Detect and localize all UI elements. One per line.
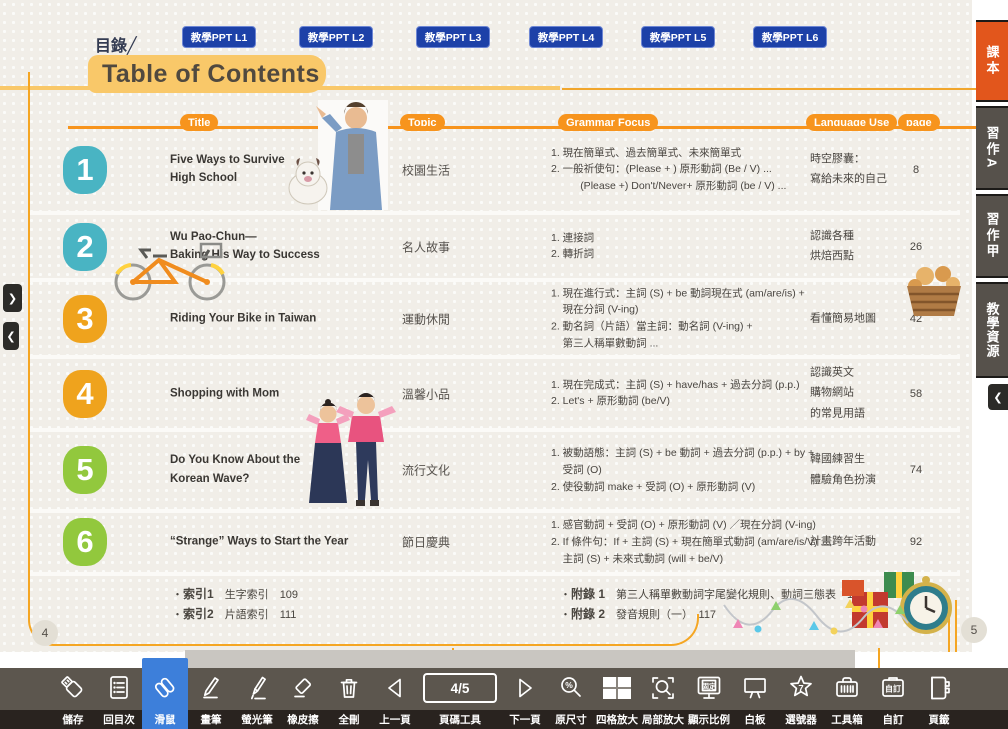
toc-row-unit5[interactable]: 5 Do You Know About the Korean Wave? 流行文…	[0, 432, 972, 508]
index-entry-phrase[interactable]: ・索引2 片語索引 111	[172, 605, 296, 622]
toc-row-unit1[interactable]: 1 Five Ways to Survive High School 校園生活 …	[0, 128, 972, 211]
unit-number-badge: 1	[63, 146, 107, 194]
tool-toolbox[interactable]: 工具箱	[824, 668, 870, 729]
page-number-left: 4	[32, 620, 58, 646]
ppt-button-l6[interactable]: 教學PPT L6	[753, 26, 827, 48]
tool-four-pane-zoom[interactable]: 四格放大	[594, 668, 640, 729]
ppt-button-l3[interactable]: 教學PPT L3	[416, 26, 490, 48]
next-page-icon	[510, 668, 540, 708]
ppt-button-l1[interactable]: 教學PPT L1	[182, 26, 256, 48]
unit-page: 74	[896, 464, 936, 476]
tab-workbook-a[interactable]: 習作A	[976, 108, 1008, 188]
appendix-entry-2[interactable]: ・附錄 2 發音規則（一） 117	[560, 605, 716, 622]
unit-number-badge: 4	[63, 370, 107, 418]
mouse-icon	[150, 668, 180, 708]
unit-topic: 運動休閒	[402, 310, 492, 327]
eraser-icon	[288, 668, 318, 708]
unit-topic: 節日慶典	[402, 534, 492, 551]
unit-page: 92	[896, 536, 936, 548]
toc-row-unit4[interactable]: 4 Shopping with Mom 溫馨小品 1. 現在完成式：主詞 (S)…	[0, 359, 972, 428]
unit-page: 8	[896, 164, 936, 176]
book-page: 目錄╱ 教學PPT L1 教學PPT L2 教學PPT L3 教學PPT L4 …	[0, 0, 972, 652]
unit-topic: 名人故事	[402, 238, 492, 255]
zoom-percent-icon: %	[556, 668, 586, 708]
unit-language-use: 時空膠囊： 寫給未來的自己	[810, 149, 910, 191]
unit-number-badge: 2	[63, 223, 107, 271]
toolbox-icon	[832, 668, 862, 708]
ppt-button-l2[interactable]: 教學PPT L2	[299, 26, 373, 48]
tool-page-number[interactable]: 4/5 頁碼工具	[418, 668, 502, 729]
unit5-hanbok-couple-image	[298, 392, 400, 514]
tool-number-picker[interactable]: 7 選號器	[778, 668, 824, 729]
svg-text:7: 7	[798, 684, 803, 695]
tool-back-to-toc[interactable]: 回目次	[96, 668, 142, 729]
highlighter-icon	[242, 668, 272, 708]
page-number-right: 5	[961, 617, 987, 643]
tool-custom[interactable]: 自訂 自訂	[870, 668, 916, 729]
tool-whiteboard[interactable]: 白板	[732, 668, 778, 729]
svg-text:%: %	[565, 680, 573, 690]
unit-topic: 流行文化	[402, 462, 492, 479]
svg-text:固定: 固定	[702, 682, 716, 691]
unit-number-badge: 6	[63, 518, 107, 566]
page-tabs-icon	[924, 668, 954, 708]
tool-original-size[interactable]: % 原尺寸	[548, 668, 594, 729]
unit2-bicycle-image	[103, 230, 238, 302]
unit-language-use: 看懂簡易地圖	[810, 308, 910, 329]
custom-box-icon: 自訂	[878, 668, 908, 708]
unit-language-use: 認識各種 烘焙西點	[810, 226, 910, 268]
bottom-toolbar: 儲存 回目次 滑鼠 畫筆 螢光筆 橡皮擦 全刪 上一頁	[0, 668, 1008, 729]
ppt-button-l5[interactable]: 教學PPT L5	[641, 26, 715, 48]
tool-delete-all[interactable]: 全刪	[326, 668, 372, 729]
page-number-box[interactable]: 4/5	[423, 673, 497, 703]
unit-number-badge: 5	[63, 446, 107, 494]
unit1-photo-student-with-dog	[278, 100, 423, 210]
monitor-icon: 固定	[694, 668, 724, 708]
unit-title: Riding Your Bike in Taiwan	[170, 309, 400, 328]
string-lights-image	[718, 585, 914, 643]
region-zoom-icon	[648, 668, 678, 708]
tool-pen[interactable]: 畫筆	[188, 668, 234, 729]
unit-language-use: 認識英文 購物網站 的常見用語	[810, 362, 910, 425]
whiteboard-icon	[740, 668, 770, 708]
unit-page: 26	[896, 241, 936, 253]
unit-language-use: 韓國練習生 體驗角色扮演	[810, 449, 910, 491]
prev-page-icon	[380, 668, 410, 708]
tool-next-page[interactable]: 下一頁	[502, 668, 548, 729]
page-back-arrow[interactable]: ❮	[3, 322, 19, 350]
ppt-button-l4[interactable]: 教學PPT L4	[529, 26, 603, 48]
usb-save-icon	[58, 668, 88, 708]
tab-workbook-jia[interactable]: 習作甲	[976, 196, 1008, 276]
horizontal-scrollbar[interactable]	[185, 650, 855, 668]
app-window: 目錄╱ 教學PPT L1 教學PPT L2 教學PPT L3 教學PPT L4 …	[0, 0, 1008, 729]
svg-text:自訂: 自訂	[885, 684, 901, 694]
decor-tick	[878, 648, 880, 668]
index-entry-vocab[interactable]: ・索引1 生字索引 109	[172, 585, 298, 602]
toc-row-unit6[interactable]: 6 “Strange” Ways to Start the Year 節日慶典 …	[0, 512, 972, 572]
tool-page-tabs[interactable]: 頁籤	[916, 668, 962, 729]
bread-basket-image	[903, 260, 965, 320]
catalog-label: 目錄╱	[95, 32, 137, 56]
tab-teaching-resources[interactable]: 教學資源	[976, 284, 1008, 376]
tool-save[interactable]: 儲存	[50, 668, 96, 729]
tab-textbook[interactable]: 課本	[976, 22, 1008, 100]
tab-collapse-arrow[interactable]: ❮	[988, 384, 1008, 410]
tool-mouse[interactable]: 滑鼠	[142, 658, 188, 729]
pen-icon	[196, 668, 226, 708]
tool-region-zoom[interactable]: 局部放大	[640, 668, 686, 729]
unit-number-badge: 3	[63, 295, 107, 343]
tool-prev-page[interactable]: 上一頁	[372, 668, 418, 729]
unit-topic: 溫馨小品	[402, 385, 492, 402]
tool-display-ratio[interactable]: 固定 顯示比例	[686, 668, 732, 729]
unit-title: “Strange” Ways to Start the Year	[170, 533, 400, 552]
toc-list-icon	[104, 668, 134, 708]
star-number-icon: 7	[786, 668, 816, 708]
four-pane-icon	[600, 668, 634, 708]
unit-page: 58	[896, 388, 936, 400]
tool-highlighter[interactable]: 螢光筆	[234, 668, 280, 729]
trash-icon	[334, 668, 364, 708]
page-forward-arrow[interactable]: ❯	[3, 284, 22, 312]
tool-eraser[interactable]: 橡皮擦	[280, 668, 326, 729]
